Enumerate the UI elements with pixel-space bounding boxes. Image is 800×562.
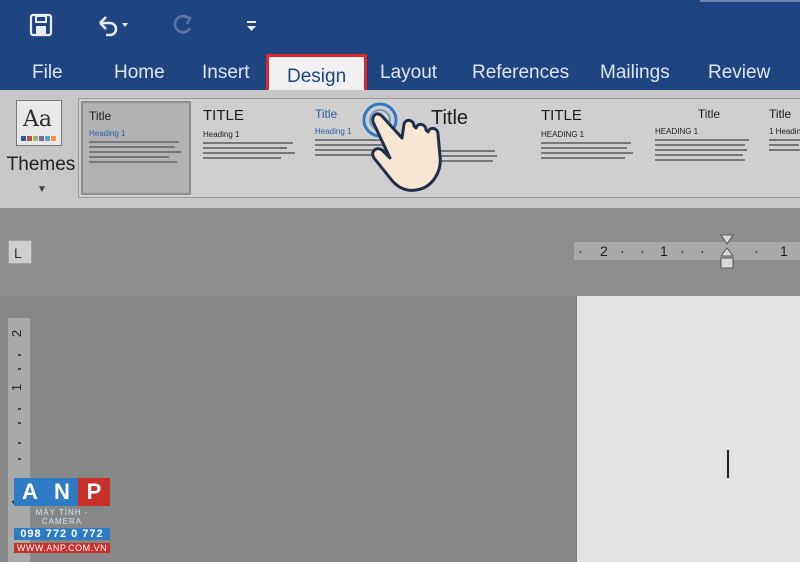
tab-stop-selector[interactable]: L	[8, 240, 32, 264]
tab-mailings[interactable]: Mailings	[600, 52, 670, 90]
style-set-default[interactable]: Title Heading 1	[81, 101, 191, 195]
ruler-number: 1	[780, 243, 790, 259]
style-set-5[interactable]: TITLE HEADING 1	[535, 101, 655, 207]
themes-button[interactable]: Aa Themes ▼	[6, 98, 76, 198]
style-set-2[interactable]: TITLE Heading 1	[197, 101, 315, 207]
theme-color-swatches	[21, 136, 56, 141]
tab-references[interactable]: References	[472, 52, 569, 90]
ruler-number: 2	[9, 329, 25, 338]
style-set-7[interactable]: Title 1 Heading	[763, 101, 800, 207]
style-set-6[interactable]: Title HEADING 1	[649, 101, 769, 207]
ruler-number: 2	[600, 243, 610, 259]
tab-review[interactable]: Review	[708, 52, 770, 90]
ruler-area: L · 2 · · 1 · · · 1	[0, 208, 800, 296]
quick-access-toolbar	[0, 0, 800, 52]
tab-home[interactable]: Home	[114, 52, 165, 90]
undo-icon[interactable]	[94, 12, 128, 38]
customize-qat-icon[interactable]	[244, 12, 260, 38]
ruler-number: 1	[9, 383, 25, 392]
indent-marker-icon[interactable]	[720, 234, 734, 270]
tab-insert[interactable]: Insert	[202, 52, 250, 90]
window-control-edge	[700, 0, 800, 2]
horizontal-ruler[interactable]: · 2 · · 1 · · · 1	[574, 242, 800, 260]
save-icon[interactable]	[28, 12, 54, 38]
anp-watermark-logo: A N P MÁY TÍNH - CAMERA 098 772 0 772 WW…	[14, 478, 110, 553]
chevron-down-icon: ▼	[37, 184, 47, 195]
document-page[interactable]	[576, 296, 800, 562]
text-cursor	[727, 450, 729, 478]
themes-label: Themes	[6, 154, 76, 175]
redo-icon[interactable]	[170, 12, 196, 38]
themes-icon: Aa	[16, 100, 62, 146]
ribbon-tabs: File Home Insert Design Layout Reference…	[0, 52, 800, 100]
hand-pointer-icon	[362, 102, 442, 192]
ruler-number: 1	[660, 243, 670, 259]
tab-layout[interactable]: Layout	[380, 52, 437, 90]
tab-file[interactable]: File	[32, 52, 63, 90]
